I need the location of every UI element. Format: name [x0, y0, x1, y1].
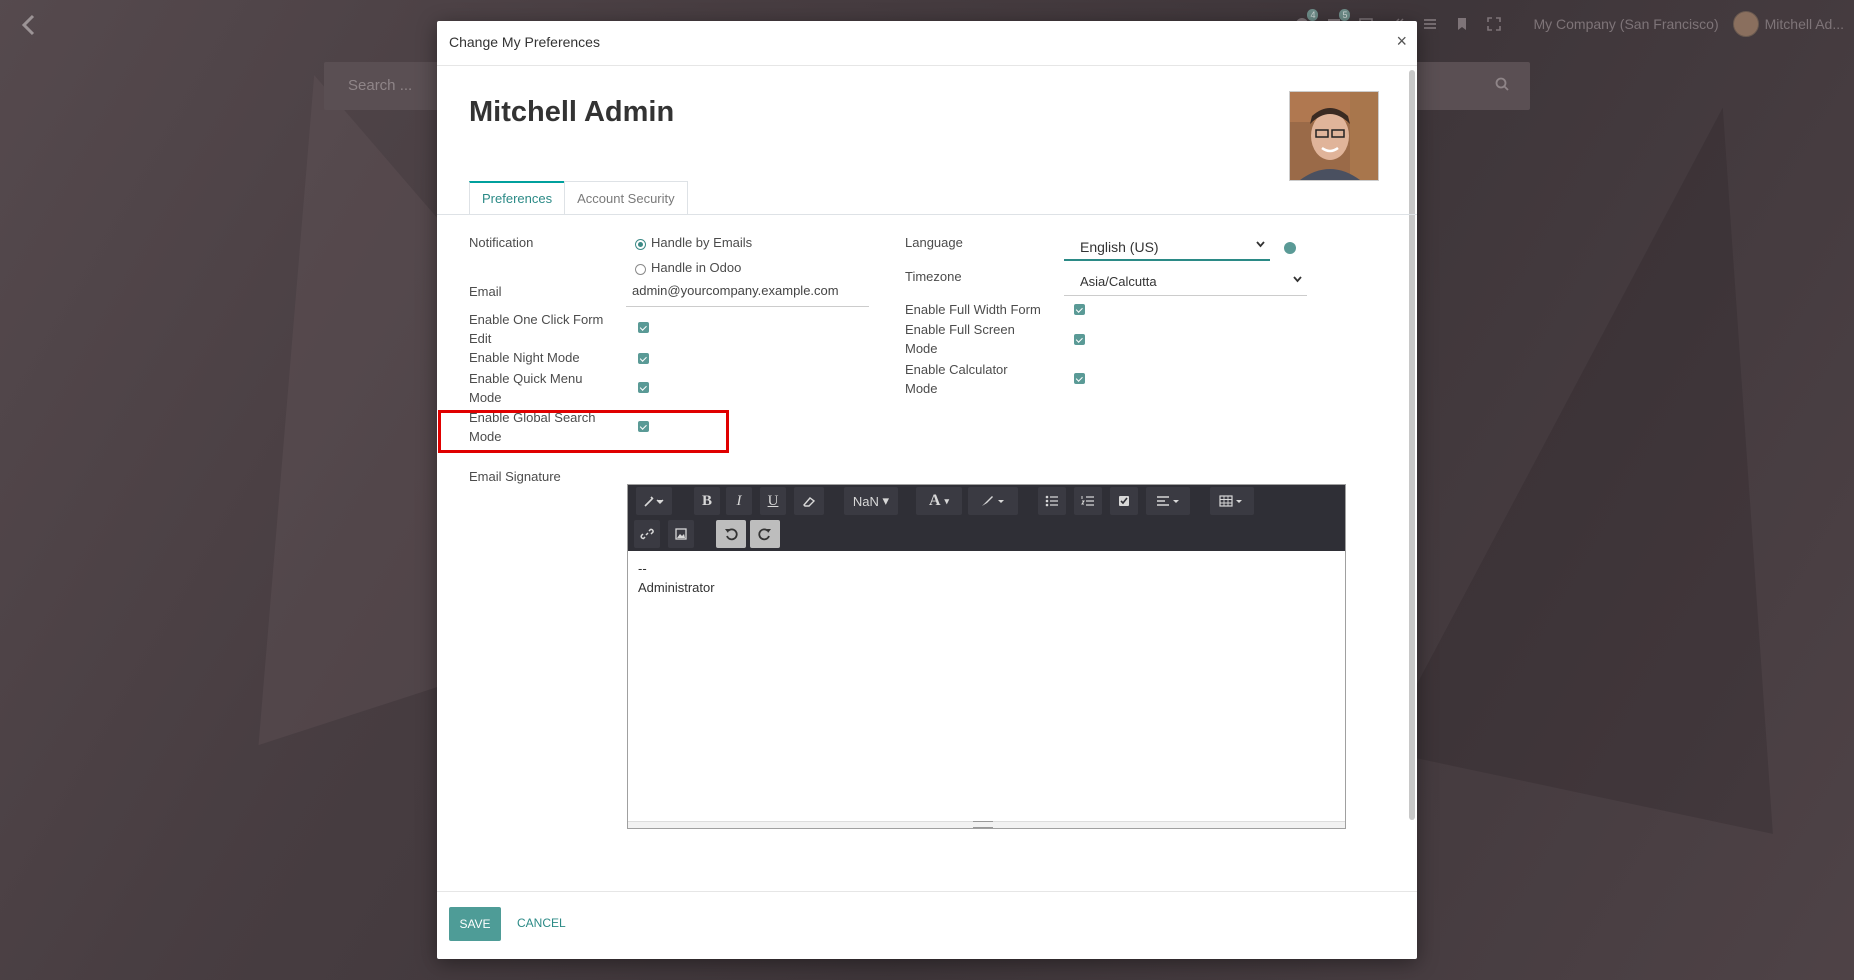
- link-button[interactable]: [634, 520, 660, 548]
- full-width-checkbox[interactable]: [1074, 304, 1085, 315]
- checklist-button[interactable]: [1110, 487, 1138, 515]
- font-size-dropdown[interactable]: NaN ▾: [844, 487, 898, 515]
- email-label: Email: [469, 284, 502, 299]
- language-value: English (US): [1080, 239, 1159, 255]
- modal-header: Change My Preferences ×: [437, 21, 1417, 66]
- cancel-button[interactable]: CANCEL: [517, 916, 566, 930]
- language-label: Language: [905, 235, 963, 250]
- redo-button[interactable]: [750, 520, 780, 548]
- option-handle-by-emails[interactable]: Handle by Emails: [651, 233, 752, 252]
- timezone-label: Timezone: [905, 269, 962, 284]
- table-dropdown-button[interactable]: [1210, 487, 1254, 515]
- notification-label: Notification: [469, 235, 534, 250]
- tab-account-security[interactable]: Account Security: [564, 181, 688, 215]
- chevron-down-icon: [1255, 239, 1266, 253]
- globe-icon[interactable]: [1284, 242, 1296, 254]
- timezone-value: Asia/Calcutta: [1080, 274, 1157, 289]
- modal-footer: SAVE CANCEL: [437, 891, 1417, 959]
- fullscreen-icon[interactable]: [1485, 15, 1503, 33]
- modal-title: Change My Preferences: [449, 34, 600, 50]
- background-color-button[interactable]: [968, 487, 1018, 515]
- company-switcher[interactable]: My Company (San Francisco): [1533, 16, 1718, 32]
- chevron-down-icon: [1292, 274, 1303, 288]
- align-dropdown-button[interactable]: [1146, 487, 1190, 515]
- quick-menu-label: Enable Quick Menu Mode: [469, 371, 583, 405]
- editor-content[interactable]: -- Administrator: [638, 559, 715, 597]
- email-signature-label: Email Signature: [469, 469, 561, 484]
- tab-bar: Preferences Account Security: [469, 181, 688, 215]
- save-button[interactable]: SAVE: [449, 907, 501, 941]
- style-dropdown-button[interactable]: [636, 487, 672, 515]
- resize-handle[interactable]: [973, 821, 993, 828]
- scrollbar[interactable]: [1409, 70, 1415, 820]
- full-width-label: Enable Full Width Form: [905, 302, 1041, 317]
- user-menu[interactable]: Mitchell Ad...: [1732, 11, 1844, 37]
- bold-button[interactable]: B: [694, 487, 720, 515]
- chat-badge: 5: [1339, 9, 1351, 21]
- image-button[interactable]: [668, 520, 694, 548]
- radio-handle-in-odoo[interactable]: [635, 264, 646, 275]
- preferences-dialog: Change My Preferences × Mitchell Admin P…: [437, 21, 1417, 959]
- editor-toolbar: B I U NaN ▾ A ▾: [628, 485, 1345, 551]
- one-click-edit-label: Enable One Click Form Edit: [469, 312, 604, 346]
- signature-line: Administrator: [638, 580, 715, 595]
- night-mode-checkbox[interactable]: [638, 353, 649, 364]
- undo-button[interactable]: [716, 520, 746, 548]
- close-icon[interactable]: ×: [1396, 31, 1407, 52]
- search-placeholder: Search ...: [348, 77, 413, 94]
- one-click-edit-checkbox[interactable]: [638, 322, 649, 333]
- signature-editor: B I U NaN ▾ A ▾ -- Administrator: [627, 484, 1346, 829]
- signature-line: --: [638, 561, 647, 576]
- activity-badge: 4: [1307, 9, 1319, 21]
- search-icon[interactable]: [1494, 76, 1510, 95]
- numbered-list-button[interactable]: [1074, 487, 1102, 515]
- user-avatar-image[interactable]: [1289, 91, 1379, 181]
- email-field[interactable]: admin@yourcompany.example.com: [626, 283, 869, 307]
- avatar: [1732, 11, 1759, 37]
- highlight-box: [438, 410, 729, 453]
- back-arrow-icon[interactable]: [14, 10, 44, 40]
- bullet-list-button[interactable]: [1038, 487, 1066, 515]
- full-screen-checkbox[interactable]: [1074, 334, 1085, 345]
- option-handle-in-odoo[interactable]: Handle in Odoo: [651, 258, 741, 277]
- page-title: Mitchell Admin: [469, 96, 675, 128]
- night-mode-label: Enable Night Mode: [469, 350, 580, 365]
- italic-button[interactable]: I: [726, 487, 752, 515]
- underline-button[interactable]: U: [760, 487, 786, 515]
- calculator-label: Enable Calculator Mode: [905, 362, 1008, 396]
- user-name: Mitchell Ad...: [1764, 16, 1844, 32]
- font-color-button[interactable]: A ▾: [916, 487, 962, 515]
- eraser-button[interactable]: [794, 487, 824, 515]
- language-select[interactable]: English (US): [1064, 235, 1270, 261]
- modal-body: Mitchell Admin Preferences Account Secur…: [437, 66, 1417, 891]
- radio-handle-by-emails[interactable]: [635, 239, 646, 250]
- font-size-value: NaN: [852, 493, 879, 509]
- full-screen-label: Enable Full Screen Mode: [905, 322, 1015, 356]
- quick-menu-checkbox[interactable]: [638, 382, 649, 393]
- timezone-select[interactable]: Asia/Calcutta: [1064, 269, 1307, 296]
- menu-icon[interactable]: [1421, 15, 1439, 33]
- bookmark-icon[interactable]: [1453, 15, 1471, 33]
- tab-preferences[interactable]: Preferences: [469, 181, 566, 215]
- tab-divider: [437, 214, 1417, 215]
- calculator-checkbox[interactable]: [1074, 373, 1085, 384]
